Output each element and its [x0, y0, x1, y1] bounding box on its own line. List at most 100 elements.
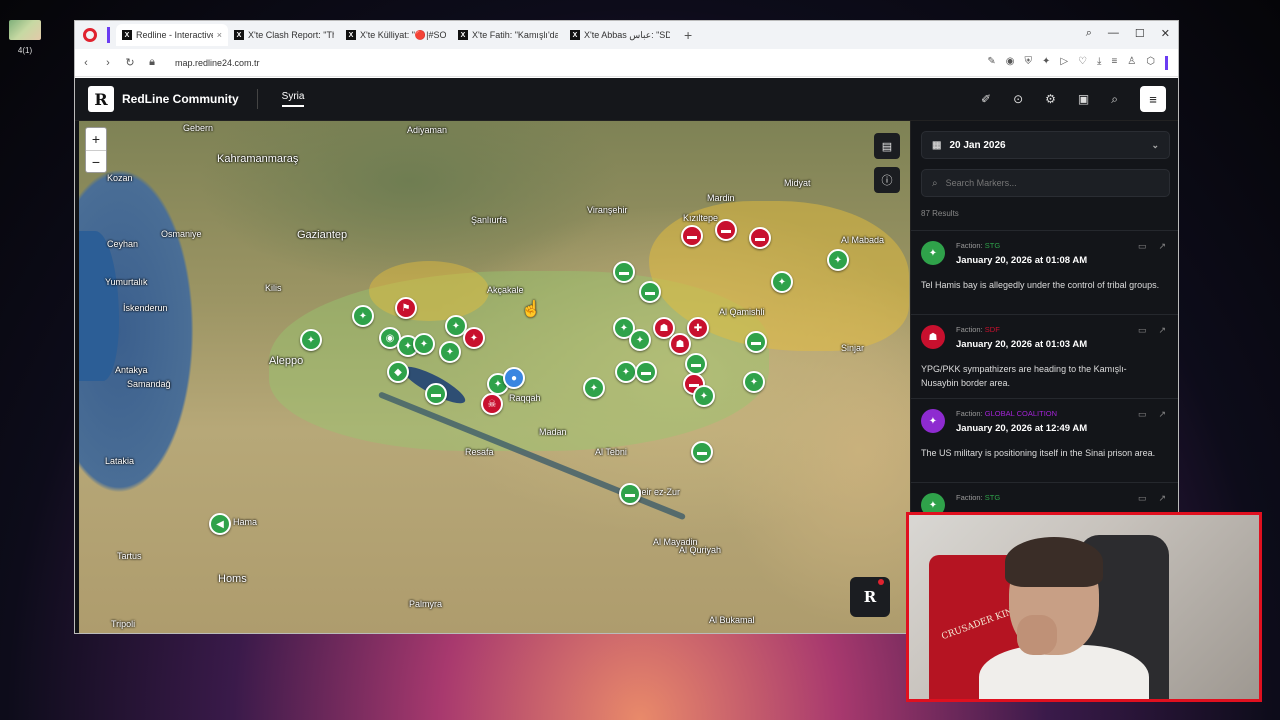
zoom-out-button[interactable]: − [86, 150, 106, 172]
gear-icon[interactable]: ⚙ [1045, 92, 1056, 106]
tab-close-icon[interactable]: × [217, 30, 222, 40]
date-selector[interactable]: ▦ 20 Jan 2026 ⌄ [921, 131, 1170, 159]
app-header: R RedLine Community Syria ✐ ⊙ ⚙ ▣ ⌕ ≡ [75, 78, 1178, 121]
map-marker-stg[interactable]: ▬ [639, 281, 661, 303]
map-marker-stg[interactable]: ✦ [352, 305, 374, 327]
heart-icon[interactable]: ♡ [1078, 56, 1087, 70]
browser-tab-fatih[interactable]: X X'te Fatih: "Kamışlı'da top [452, 24, 564, 46]
video-icon[interactable]: ▭ [1138, 409, 1147, 420]
url-field[interactable]: map.redline24.com.tr [175, 58, 260, 68]
city-label: Kozan [107, 173, 133, 183]
x-favicon-icon: X [458, 30, 468, 40]
map-marker-sdf[interactable]: ▬ [749, 227, 771, 249]
map-marker-stg[interactable]: ✦ [693, 385, 715, 407]
map-marker-stg[interactable]: ✦ [771, 271, 793, 293]
external-link-icon[interactable]: ↗ [1158, 325, 1166, 336]
browser-tab-redline[interactable]: X Redline - Interactive Strat × [116, 24, 228, 46]
map-marker-stg[interactable]: ▬ [613, 261, 635, 283]
easy-setup-icon[interactable]: ≡ [1111, 56, 1117, 70]
zoom-in-button[interactable]: + [86, 128, 106, 150]
city-label: Deir ez-Zur [635, 487, 681, 497]
city-label: Tartus [117, 551, 142, 561]
reload-icon[interactable]: ↻ [119, 56, 141, 69]
info-icon[interactable]: ⓘ [874, 167, 900, 193]
marker-search[interactable]: ⌕ [921, 169, 1170, 197]
map-marker-stg[interactable]: ✦ [439, 341, 461, 363]
video-icon[interactable]: ▭ [1138, 241, 1147, 252]
map-marker-stg[interactable]: ▬ [619, 483, 641, 505]
snapshot-icon[interactable]: ◉ [1006, 56, 1015, 70]
opera-logo-icon[interactable] [83, 28, 97, 42]
feed-entry[interactable]: ✦ Faction: STG January 20, 2026 at 01:08… [911, 231, 1178, 315]
map-marker-stg[interactable]: ▬ [691, 441, 713, 463]
map-marker-stg[interactable]: ▬ [425, 383, 447, 405]
edit-pin-icon[interactable]: ✐ [981, 92, 991, 106]
video-icon[interactable]: ▭ [1138, 325, 1147, 336]
calendar-icon: ▦ [932, 139, 942, 151]
map-marker-stg[interactable]: ✦ [827, 249, 849, 271]
search-icon[interactable]: ⌕ [1111, 92, 1118, 107]
back-icon[interactable]: ‹ [75, 57, 97, 69]
shield-icon[interactable]: ⛨ [1024, 56, 1032, 70]
mouse-cursor: ☝ [521, 301, 541, 318]
map-marker-sdf[interactable]: ✚ [687, 317, 709, 339]
map-marker-stg[interactable]: ▬ [635, 361, 657, 383]
redline-r-button[interactable]: R [850, 577, 890, 617]
download-icon[interactable]: ⤓ [1097, 56, 1101, 70]
external-link-icon[interactable]: ↗ [1158, 493, 1166, 504]
new-tab-button[interactable]: + [684, 27, 692, 43]
map-marker-stg[interactable]: ✦ [629, 329, 651, 351]
map-marker-stg[interactable]: ◆ [387, 361, 409, 383]
forward-icon[interactable]: › [97, 57, 119, 69]
sidebar-indicator [107, 27, 110, 43]
browser-tab-abbas[interactable]: X X'te Abbas عباس: "SDF's . [564, 24, 676, 46]
map-marker-stg[interactable]: ✦ [583, 377, 605, 399]
map-marker-stg[interactable]: ✦ [413, 333, 435, 355]
map-marker-sdf[interactable]: ☗ [669, 333, 691, 355]
search-tabs-icon[interactable]: ⌕ [1086, 27, 1092, 40]
location-pin-icon[interactable]: ⊙ [1013, 92, 1023, 106]
close-window-icon[interactable]: ✕ [1161, 27, 1170, 40]
external-link-icon[interactable]: ↗ [1158, 409, 1166, 420]
map-marker-stg[interactable]: ▬ [685, 353, 707, 375]
map-marker-stg[interactable]: ◀ [209, 513, 231, 535]
map-view[interactable]: Adiyaman Kahramanmaraş Gaziantep Şanlıur… [79, 121, 910, 633]
browser-tab-clash-report[interactable]: X X'te Clash Report: "The Sy [228, 24, 340, 46]
map-marker-sdf[interactable]: ☠ [481, 393, 503, 415]
desktop-icon[interactable]: 4(1) [8, 20, 42, 55]
city-label: Latakia [105, 456, 135, 466]
tab-syria[interactable]: Syria [281, 91, 305, 107]
map-marker-sdf[interactable]: ▬ [715, 219, 737, 241]
redline-logo[interactable]: R [88, 86, 114, 112]
map-marker-stg[interactable]: ✦ [615, 361, 637, 383]
edit-icon[interactable]: ✎ [987, 56, 995, 70]
city-label: Al Quriyah [679, 545, 722, 555]
map-marker-sdf[interactable]: ⚑ [395, 297, 417, 319]
maximize-icon[interactable]: ☐ [1135, 27, 1145, 40]
sidebar-toggle[interactable] [1165, 55, 1168, 70]
play-icon[interactable]: ▷ [1060, 56, 1068, 70]
menu-icon[interactable]: ≡ [1140, 86, 1166, 112]
feed-entry[interactable]: ☗ Faction: SDF January 20, 2026 at 01:03… [911, 315, 1178, 399]
extension-icon[interactable]: ✦ [1042, 56, 1050, 70]
map-marker-stg[interactable]: ✦ [300, 329, 322, 351]
city-label: Al Mabada [841, 235, 885, 245]
profile-icon[interactable]: ♙ [1127, 56, 1136, 70]
map-marker-sdf[interactable]: ✦ [463, 327, 485, 349]
camera-icon[interactable]: ▣ [1078, 92, 1089, 106]
minimize-icon[interactable]: — [1108, 27, 1119, 40]
map-marker-coalition[interactable]: ● [503, 367, 525, 389]
map-layers-icon[interactable]: ▤ [874, 133, 900, 159]
wallet-icon[interactable]: ⬡ [1146, 56, 1155, 70]
city-label: Mardin [707, 193, 735, 203]
browser-tab-kulliyat[interactable]: X X'te Külliyat: "🔴|#SONDA [340, 24, 452, 46]
city-label: Şanlıurfa [471, 215, 508, 225]
feed-entry[interactable]: ✦ Faction: GLOBAL COALITION January 20, … [911, 399, 1178, 483]
map-marker-sdf[interactable]: ▬ [681, 225, 703, 247]
video-icon[interactable]: ▭ [1138, 493, 1147, 504]
external-link-icon[interactable]: ↗ [1158, 241, 1166, 252]
address-bar: ‹ › ↻ 🔒︎ map.redline24.com.tr ✎ ◉ ⛨ ✦ ▷ … [75, 49, 1178, 77]
map-marker-stg[interactable]: ▬ [745, 331, 767, 353]
map-marker-stg[interactable]: ✦ [743, 371, 765, 393]
search-input[interactable] [945, 178, 1146, 188]
